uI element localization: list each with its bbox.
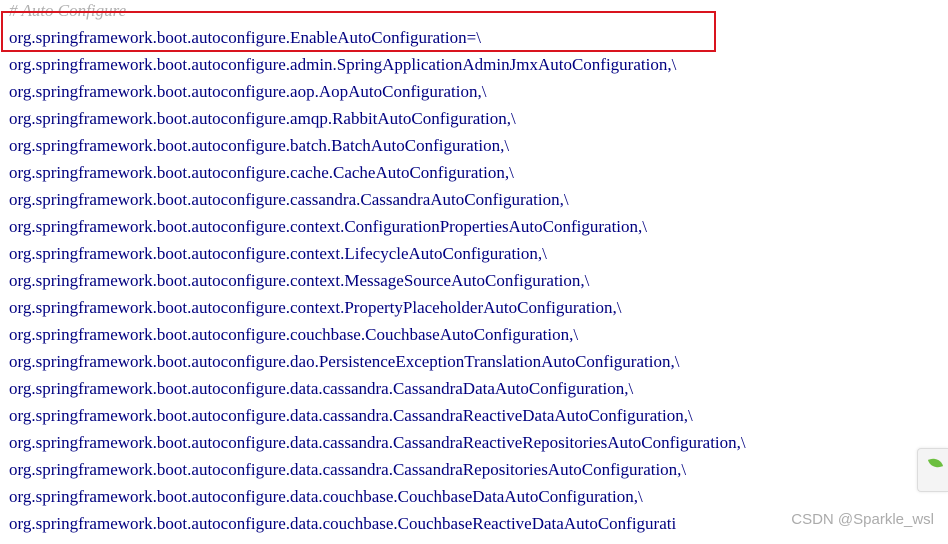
code-line: org.springframework.boot.autoconfigure.c… (9, 163, 514, 182)
code-line: org.springframework.boot.autoconfigure.d… (9, 406, 693, 425)
code-line: org.springframework.boot.autoconfigure.c… (9, 271, 590, 290)
code-line: org.springframework.boot.autoconfigure.d… (9, 460, 687, 479)
code-line: org.springframework.boot.autoconfigure.d… (9, 487, 643, 506)
code-line: org.springframework.boot.autoconfigure.c… (9, 298, 622, 317)
code-line: org.springframework.boot.autoconfigure.c… (9, 190, 569, 209)
code-line: org.springframework.boot.autoconfigure.a… (9, 109, 516, 128)
code-line: org.springframework.boot.autoconfigure.c… (9, 244, 547, 263)
code-line: org.springframework.boot.autoconfigure.d… (9, 433, 746, 452)
code-line: org.springframework.boot.autoconfigure.d… (9, 352, 680, 371)
leaf-icon (927, 456, 944, 470)
side-widget[interactable] (917, 448, 948, 492)
code-line: org.springframework.boot.autoconfigure.c… (9, 325, 579, 344)
code-line: org.springframework.boot.autoconfigure.a… (9, 82, 487, 101)
code-line: org.springframework.boot.autoconfigure.c… (9, 217, 647, 236)
code-line: org.springframework.boot.autoconfigure.a… (9, 55, 677, 74)
highlight-box (1, 11, 716, 52)
code-line: org.springframework.boot.autoconfigure.d… (9, 514, 677, 533)
code-line: org.springframework.boot.autoconfigure.d… (9, 379, 634, 398)
code-line: org.springframework.boot.autoconfigure.b… (9, 136, 510, 155)
code-editor[interactable]: # Auto Configure org.springframework.boo… (0, 0, 948, 544)
